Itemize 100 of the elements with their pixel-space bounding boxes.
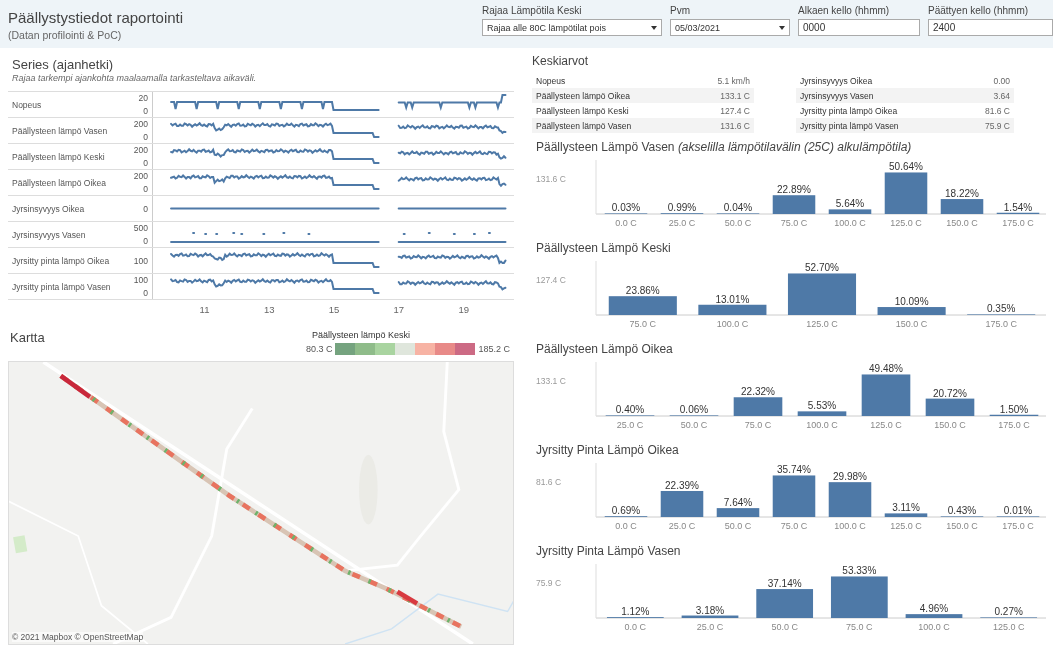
average-reference-label: 133.1 C [535, 375, 567, 386]
average-label: Päällysteen lämpö Keski [536, 105, 629, 116]
value-label: 0.01% [1003, 505, 1033, 516]
bar [716, 508, 760, 517]
value-label: 3.11% [892, 502, 920, 514]
bar [772, 475, 816, 517]
value-label: 22.39% [665, 480, 699, 491]
bar [797, 411, 847, 416]
average-label: Jyrsitty pinta lämpö Oikea [800, 105, 898, 116]
average-label: Nopeus [536, 75, 566, 86]
bar [940, 199, 984, 214]
axis-tick-label: 100 [133, 275, 148, 285]
time-input-field[interactable]: 2400 [928, 19, 1053, 36]
filter-dropdown[interactable]: Rajaa alle 80C lämpötilat pois [482, 19, 662, 36]
axis-tick-label: 19 [458, 304, 469, 315]
dashboard-title: Päällystystiedot raportointi [8, 9, 185, 26]
average-value: 133.1 C [720, 90, 750, 101]
axis-label: 150.0 C [946, 218, 978, 228]
chart-title: Jyrsitty Pinta Lämpö Oikea [535, 442, 680, 457]
axis-tick-label: 200 [133, 119, 148, 129]
value-label: 1.50% [999, 403, 1029, 415]
axis-label: 0.0 C [615, 521, 637, 531]
bar [877, 307, 946, 315]
bar [905, 614, 963, 618]
bar [861, 374, 911, 416]
bar [828, 482, 872, 517]
dashboard-subtitle: (Datan profilointi & PoC) [8, 29, 123, 41]
axis-tick-label: 20 [138, 93, 148, 103]
axis-tick-label: 0 [143, 288, 148, 298]
axis-label: 175.0 C [998, 420, 1030, 430]
value-label: 1.54% [1003, 201, 1033, 213]
axis-label: 50.0 C [680, 420, 708, 430]
time-input-field[interactable]: 0000 [798, 19, 920, 36]
axis-label: 125.0 C [992, 622, 1025, 632]
bar [698, 304, 767, 315]
average-value: 75.9 C [984, 120, 1010, 131]
axis-label: 175.0 C [1002, 521, 1034, 531]
axis-tick-label: 200 [133, 171, 148, 181]
average-value: 0.00 [993, 75, 1010, 86]
series-label: Päällysteen lämpö Keski [11, 151, 106, 162]
average-value: 81.6 C [984, 105, 1010, 116]
axis-label: 0.0 C [624, 622, 647, 632]
series-label: Jyrsitty pinta lämpö Vasen [11, 281, 112, 292]
average-reference-label: 127.4 C [535, 274, 567, 285]
value-label: 4.96% [919, 603, 949, 615]
axis-tick-label: 0 [143, 236, 148, 246]
value-label: 23.86% [625, 285, 660, 297]
average-label: Päällysteen lämpö Vasen [536, 120, 632, 131]
value-label: 0.40% [615, 404, 645, 415]
value-label: 7.64% [723, 497, 753, 509]
axis-tick-label: 17 [393, 304, 405, 315]
value-label: 0.99% [667, 202, 697, 213]
average-label: Jyrsinsyvyys Vasen [800, 90, 874, 101]
legend-max-label: 185.2 C [478, 344, 510, 354]
value-label: 0.03% [611, 202, 641, 213]
chart-title: Päällysteen Lämpö Keski [535, 240, 672, 255]
average-reference-label: 75.9 C [535, 577, 563, 588]
axis-label: 25.0 C [616, 420, 644, 430]
bar [925, 398, 975, 416]
axis-tick-label: 0 [143, 132, 148, 142]
legend-title: Päällysteen lämpö Keski [311, 330, 410, 340]
value-label: 22.32% [741, 386, 775, 398]
value-label: 0.35% [987, 303, 1016, 314]
chart-title: Jyrsitty Pinta Lämpö Vasen [535, 543, 682, 558]
legend-min-label: 80.3 C [305, 344, 333, 354]
value-label: 29.98% [833, 471, 867, 483]
section-hint: Rajaa tarkempi ajankohta maalaamalla tarkasteltava aikaväli. [12, 73, 258, 83]
value-label: 53.33% [842, 565, 877, 577]
axis-label: 100.0 C [716, 319, 749, 329]
axis-label: 150.0 C [895, 319, 928, 329]
axis-label: 75.0 C [744, 420, 772, 430]
axis-label: 25.0 C [668, 218, 696, 228]
axis-label: 125.0 C [870, 420, 902, 430]
axis-label: 100.0 C [834, 218, 866, 228]
bar [884, 513, 928, 517]
axis-label: 75.0 C [780, 218, 808, 228]
filter-dropdown[interactable]: 05/03/2021 [670, 19, 790, 36]
axis-tick-label: 11 [199, 304, 210, 315]
axis-tick-label: 0 [143, 106, 148, 116]
average-reference-label: 81.6 C [535, 476, 563, 487]
axis-tick-label: 0 [143, 184, 148, 194]
dropdown-caret-icon [651, 25, 657, 30]
value-label: 1.12% [621, 606, 650, 617]
axis-label: 175.0 C [1002, 218, 1034, 228]
value-label: 0.43% [947, 505, 977, 516]
filter-label: Päättyen kello (hhmm) [928, 5, 1030, 16]
average-value: 131.6 C [720, 120, 750, 131]
axis-label: 25.0 C [696, 622, 724, 632]
axis-label: 150.0 C [946, 521, 978, 531]
value-label: 0.27% [994, 606, 1023, 617]
value-label: 0.69% [611, 505, 641, 516]
axis-label: 125.0 C [806, 319, 838, 329]
bar [830, 576, 888, 618]
axis-label: 125.0 C [890, 521, 922, 531]
axis-tick-label: 0 [143, 203, 148, 214]
map-attribution: © 2021 Mapbox © OpenStreetMap [12, 632, 144, 642]
value-label: 52.70% [805, 262, 839, 274]
axis-label: 175.0 C [985, 319, 1017, 329]
axis-label: 100.0 C [918, 622, 950, 632]
bar [681, 615, 739, 618]
